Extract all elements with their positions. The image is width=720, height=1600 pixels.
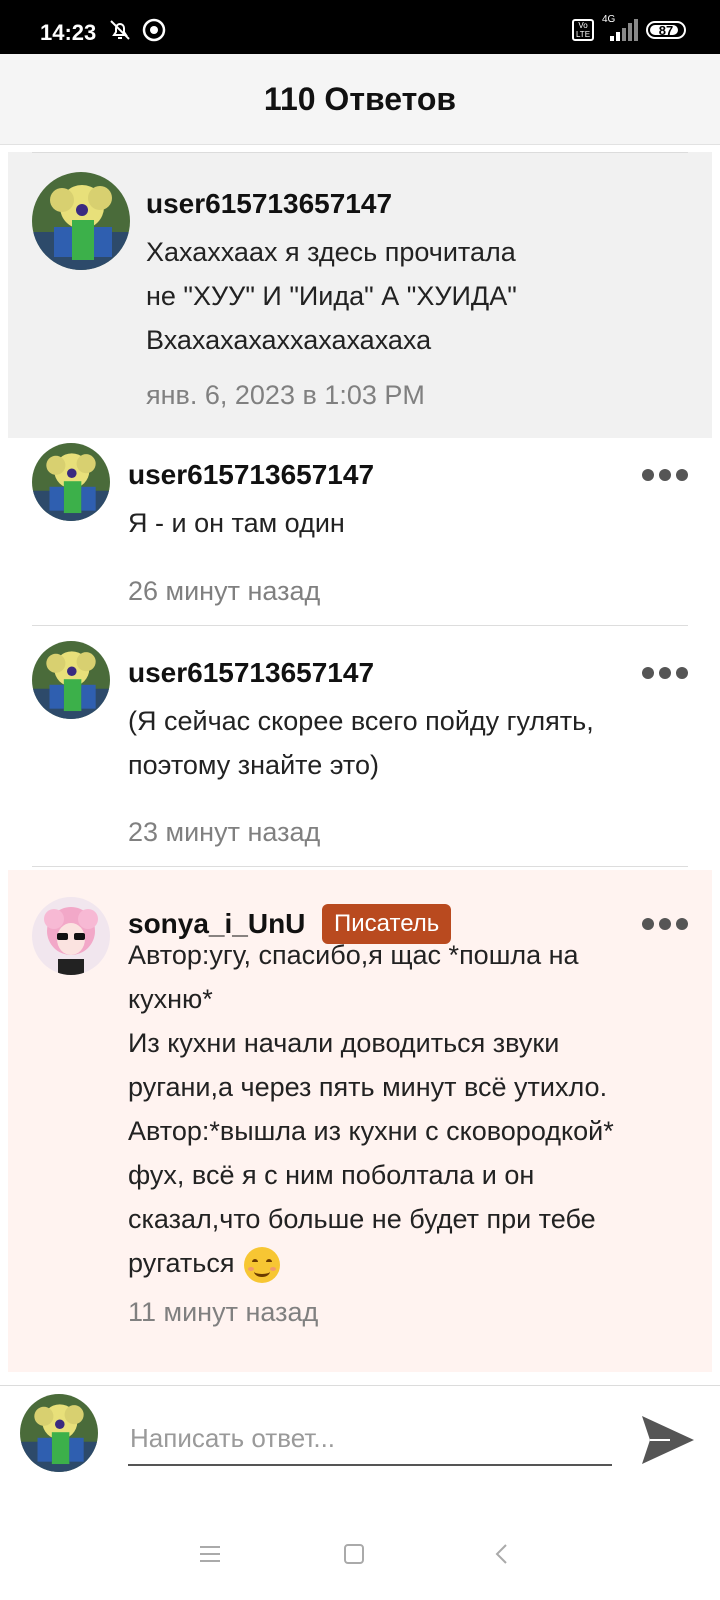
comment-text-content: Автор:угу, спасибо,я щас *пошла на кухню…: [128, 940, 614, 1278]
divider: [32, 152, 688, 153]
comment-text: Хахаххаах я здесь прочитала не "ХУУ" И "…: [146, 237, 517, 355]
more-options-icon[interactable]: [642, 666, 688, 680]
comment-text: (Я сейчас скорее всего пойду гулять, поэ…: [128, 706, 594, 780]
battery-level: 87: [658, 22, 674, 38]
comment-text: Автор:угу, спасибо,я щас *пошла на кухню…: [128, 933, 698, 1285]
timestamp: янв. 6, 2023 в 1:03 PM: [146, 380, 425, 410]
send-icon[interactable]: [640, 1412, 696, 1468]
timestamp: 26 минут назад: [128, 576, 321, 606]
status-time: 14:23: [40, 20, 97, 45]
divider: [32, 625, 688, 626]
original-comment: user615713657147 Хахаххаах я здесь прочи…: [8, 152, 712, 438]
avatar[interactable]: [32, 641, 110, 719]
notifications-off-icon: [108, 18, 132, 42]
comment-text: Я - и он там один: [128, 508, 345, 538]
more-options-icon[interactable]: [642, 917, 688, 931]
system-nav-bar: [0, 1504, 720, 1600]
username[interactable]: user615713657147: [128, 657, 374, 689]
avatar[interactable]: [32, 443, 110, 521]
divider: [32, 866, 688, 867]
back-icon[interactable]: [488, 1540, 516, 1568]
reply-item-highlighted: sonya_i_UnU Писатель Автор:угу, спасибо,…: [8, 870, 712, 1372]
smiling-emoji-icon: [243, 1246, 280, 1283]
avatar[interactable]: [32, 897, 110, 975]
network-label: 4G: [602, 14, 616, 25]
menu-icon[interactable]: [196, 1540, 224, 1568]
status-bar: 14:23 Vo LTE 4G 87: [0, 0, 720, 54]
timestamp: 23 минут назад: [128, 817, 321, 847]
battery-icon: 87: [646, 21, 686, 39]
volte-icon: Vo LTE: [572, 19, 594, 41]
home-icon[interactable]: [340, 1540, 368, 1568]
signal-icon: 4G: [602, 14, 638, 42]
timestamp: 11 минут назад: [128, 1297, 319, 1327]
reply-input[interactable]: [128, 1412, 612, 1466]
chrome-icon: [142, 18, 166, 42]
username[interactable]: user615713657147: [146, 188, 392, 220]
replies-header: 110 Ответов: [0, 54, 720, 145]
username[interactable]: user615713657147: [128, 459, 374, 491]
reply-composer: [0, 1385, 720, 1505]
more-options-icon[interactable]: [642, 468, 688, 482]
avatar[interactable]: [32, 172, 130, 270]
avatar: [20, 1394, 98, 1472]
page-title: 110 Ответов: [263, 80, 457, 117]
